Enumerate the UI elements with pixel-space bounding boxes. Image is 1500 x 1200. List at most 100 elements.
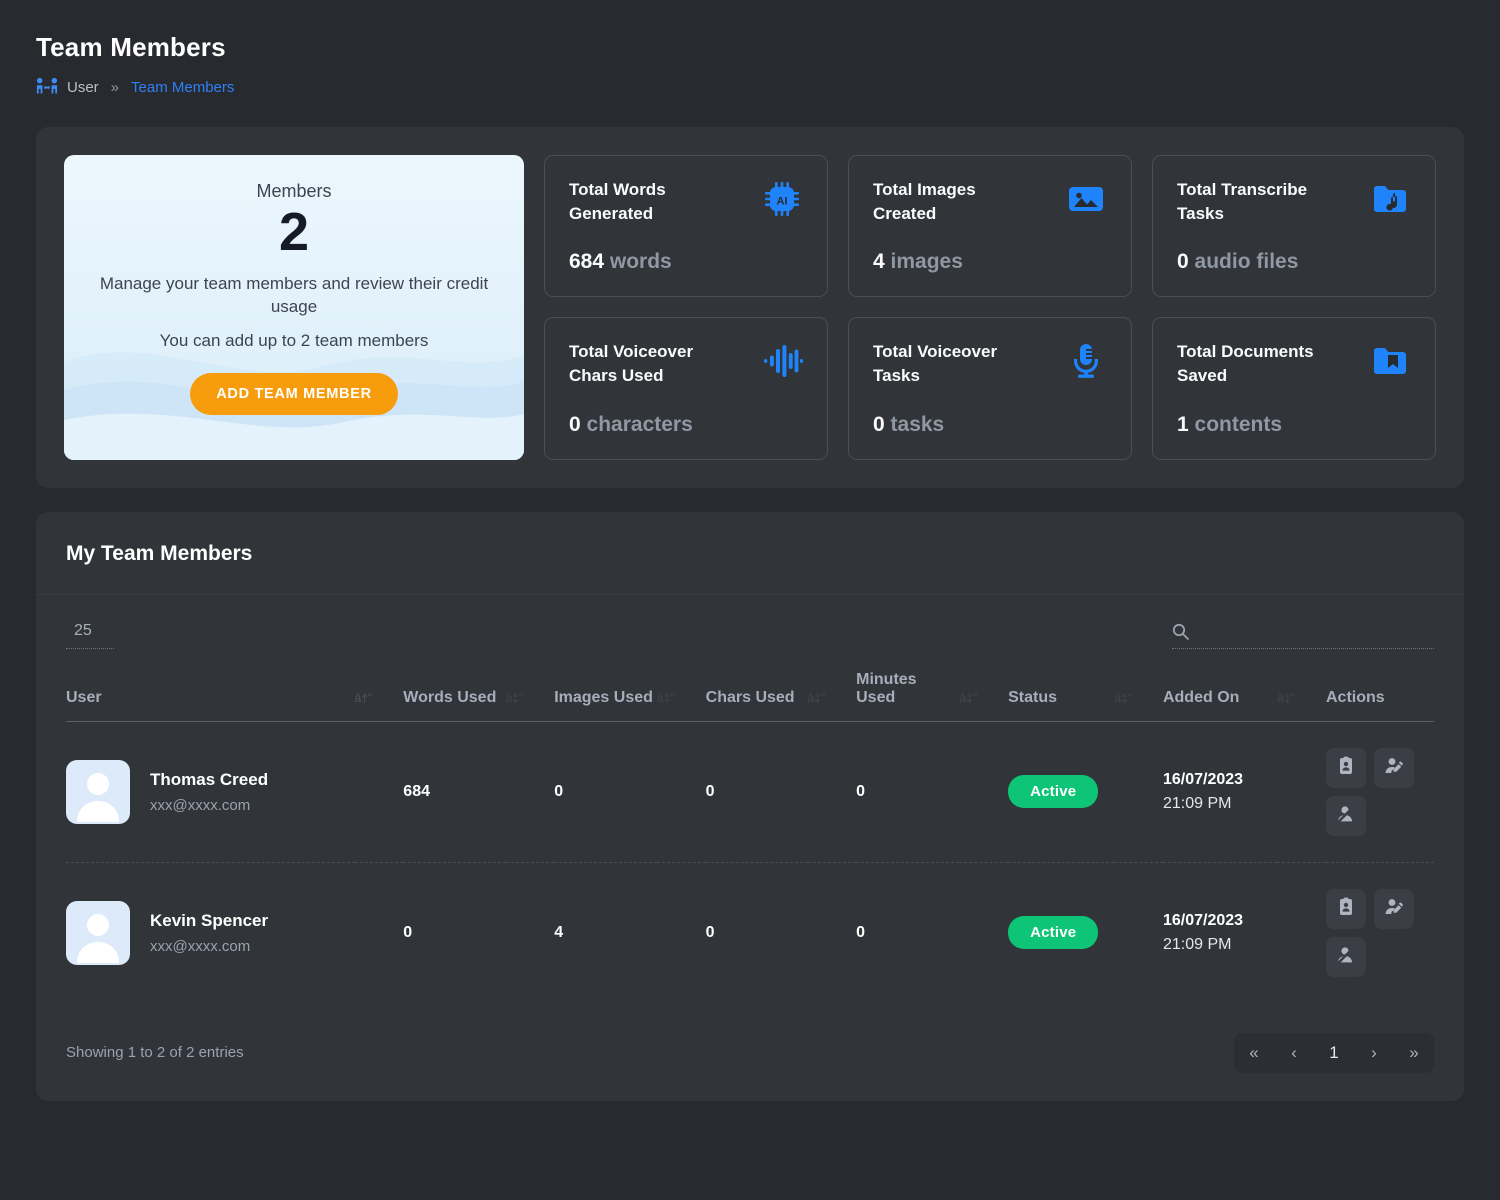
stat-card-transcribe-tasks: Total Transcribe Tasks 0 audio files bbox=[1152, 155, 1436, 298]
id-card-icon bbox=[1336, 756, 1356, 779]
stat-title: Total Documents Saved bbox=[1177, 342, 1314, 386]
sort-indicator-minutes[interactable]: â‡" bbox=[807, 670, 857, 722]
folder-bookmark-icon bbox=[1369, 340, 1411, 382]
pagination-prev-button[interactable]: ‹ bbox=[1274, 1033, 1314, 1073]
table-body-wrap: User â†" Words Used â‡" Images Used â‡" … bbox=[36, 595, 1464, 1073]
pagination-first-button[interactable]: « bbox=[1234, 1033, 1274, 1073]
spacer-cell bbox=[1277, 721, 1326, 863]
stat-unit: contents bbox=[1194, 412, 1283, 436]
user-slash-icon bbox=[1336, 945, 1356, 968]
column-header-user[interactable]: User bbox=[66, 670, 355, 722]
sort-indicator-words[interactable]: â†" bbox=[354, 670, 404, 722]
user-edit-icon-button[interactable] bbox=[1374, 888, 1414, 929]
spacer-cell bbox=[807, 721, 857, 863]
column-header-words-used[interactable]: Words Used bbox=[403, 670, 506, 722]
table-controls bbox=[66, 620, 1434, 649]
members-limit-text: You can add up to 2 team members bbox=[159, 330, 429, 350]
table-header-row: User â†" Words Used â‡" Images Used â‡" … bbox=[66, 670, 1434, 722]
user-cell: Kevin Spencer xxx@xxxx.com bbox=[66, 862, 355, 1003]
breadcrumb-current[interactable]: Team Members bbox=[131, 79, 234, 96]
cell-added-on: 16/07/2023 21:09 PM bbox=[1163, 862, 1277, 1003]
column-header-minutes-used[interactable]: Minutes Used bbox=[856, 670, 960, 722]
pagination-next-button[interactable]: › bbox=[1354, 1033, 1394, 1073]
id-card-icon-button[interactable] bbox=[1326, 888, 1366, 929]
spacer-cell bbox=[959, 721, 1009, 863]
spacer-cell bbox=[657, 862, 706, 1003]
user-slash-icon-button[interactable] bbox=[1326, 936, 1366, 977]
waveform-icon bbox=[761, 340, 803, 382]
cell-actions bbox=[1326, 721, 1434, 863]
column-header-actions: Actions bbox=[1326, 670, 1434, 722]
status-badge: Active bbox=[1008, 916, 1099, 949]
breadcrumb-parent[interactable]: User bbox=[67, 79, 99, 96]
cell-actions bbox=[1326, 862, 1434, 1003]
breadcrumb-separator: » bbox=[110, 78, 120, 96]
stat-title: Total Voiceover Tasks bbox=[873, 342, 998, 386]
search-box[interactable] bbox=[1172, 620, 1434, 649]
spacer-cell bbox=[355, 862, 404, 1003]
stat-card-total-images: Total Images Created 4 images bbox=[848, 155, 1132, 298]
column-header-added-on[interactable]: Added On bbox=[1162, 670, 1278, 722]
spacer-cell bbox=[808, 862, 857, 1003]
spacer-cell bbox=[506, 862, 555, 1003]
stat-value: 1 bbox=[1177, 412, 1189, 436]
search-input[interactable] bbox=[1199, 620, 1434, 642]
sort-indicator-status[interactable]: â‡" bbox=[959, 670, 1009, 722]
stat-unit: words bbox=[609, 250, 672, 274]
column-header-images-used[interactable]: Images Used bbox=[554, 670, 658, 722]
stat-title: Total Images Created bbox=[873, 180, 976, 224]
user-slash-icon bbox=[1336, 804, 1356, 827]
table-row: Thomas Creed xxx@xxxx.com 684 0 0 0 Acti… bbox=[66, 721, 1434, 863]
sort-indicator-images[interactable]: â‡" bbox=[505, 670, 555, 722]
members-label: Members bbox=[256, 181, 332, 201]
ai-chip-icon: AI bbox=[761, 178, 803, 220]
stat-title: Total Voiceover Chars Used bbox=[569, 342, 694, 386]
pagination-page-1[interactable]: 1 bbox=[1314, 1033, 1354, 1073]
spacer-cell bbox=[505, 721, 555, 863]
stat-value: 684 bbox=[569, 250, 605, 274]
cell-chars-used: 0 bbox=[705, 923, 715, 941]
spacer-cell bbox=[1114, 721, 1163, 863]
status-badge: Active bbox=[1008, 775, 1099, 808]
team-members-page: Team Members User » Team Members Members bbox=[0, 0, 1500, 1200]
stat-unit: images bbox=[890, 250, 963, 274]
user-name: Kevin Spencer bbox=[150, 910, 269, 930]
user-edit-icon bbox=[1384, 756, 1404, 779]
folder-music-icon bbox=[1369, 178, 1411, 220]
id-card-icon bbox=[1336, 897, 1356, 920]
added-time: 21:09 PM bbox=[1162, 794, 1232, 812]
column-header-status[interactable]: Status bbox=[1008, 670, 1115, 722]
stat-value: 0 bbox=[569, 412, 581, 436]
members-summary-card: Members 2 Manage your team members and r… bbox=[64, 155, 524, 460]
page-title: Team Members bbox=[36, 32, 226, 62]
id-card-icon-button[interactable] bbox=[1326, 747, 1366, 788]
stats-panel: Members 2 Manage your team members and r… bbox=[36, 127, 1464, 488]
added-date: 16/07/2023 bbox=[1162, 911, 1244, 929]
table-footer: Showing 1 to 2 of 2 entries « ‹ 1 › » bbox=[66, 1032, 1434, 1073]
cell-status: Active bbox=[1008, 721, 1115, 863]
user-name: Thomas Creed bbox=[150, 769, 269, 789]
people-arrows-icon bbox=[36, 77, 58, 97]
page-length-input[interactable] bbox=[66, 621, 114, 649]
stat-title: Total Words Generated bbox=[569, 180, 666, 224]
added-time: 21:09 PM bbox=[1162, 935, 1232, 953]
members-count: 2 bbox=[278, 202, 310, 262]
pagination-last-button[interactable]: » bbox=[1394, 1033, 1434, 1073]
sort-indicator-chars[interactable]: â‡" bbox=[657, 670, 706, 722]
user-edit-icon-button[interactable] bbox=[1374, 747, 1414, 788]
cell-minutes-used: 0 bbox=[856, 923, 866, 941]
breadcrumb: User » Team Members bbox=[36, 77, 1464, 97]
stat-unit: tasks bbox=[890, 412, 945, 436]
added-date: 16/07/2023 bbox=[1162, 770, 1244, 788]
svg-text:AI: AI bbox=[777, 196, 788, 208]
add-team-member-button[interactable]: ADD TEAM MEMBER bbox=[190, 372, 398, 415]
cell-words-used: 684 bbox=[403, 721, 506, 863]
spacer-cell bbox=[1114, 862, 1163, 1003]
team-members-panel: My Team Members User â†" bbox=[36, 511, 1464, 1101]
spacer-cell bbox=[657, 721, 706, 863]
user-slash-icon-button[interactable] bbox=[1326, 795, 1366, 836]
cell-added-on: 16/07/2023 21:09 PM bbox=[1162, 721, 1278, 863]
column-header-chars-used[interactable]: Chars Used bbox=[705, 670, 808, 722]
sort-indicator-added[interactable]: â‡" bbox=[1114, 670, 1163, 722]
sort-indicator-actions[interactable]: â‡" bbox=[1277, 670, 1326, 722]
